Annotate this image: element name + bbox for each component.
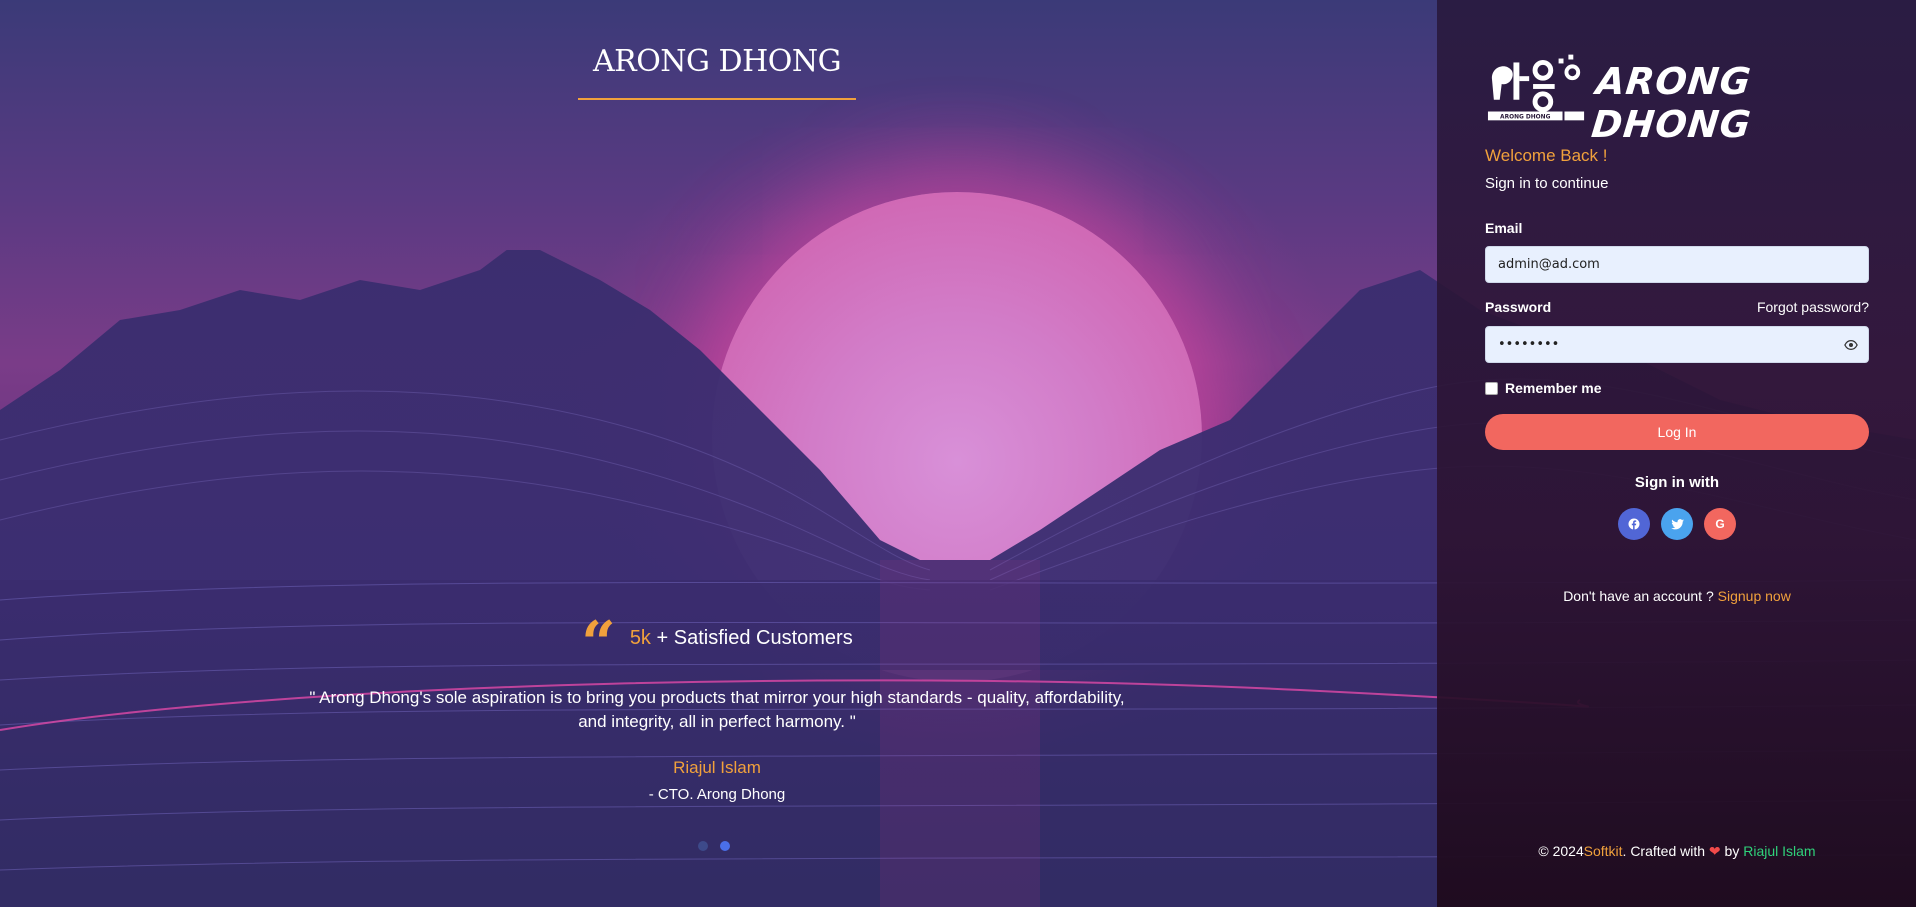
testimonial-role: - CTO. Arong Dhong — [648, 786, 786, 803]
heart-icon: ❤ — [1708, 843, 1721, 859]
carousel-indicators — [698, 841, 730, 851]
brand-title: ARONG DHONG — [592, 44, 842, 79]
google-button[interactable]: G — [1704, 508, 1736, 540]
testimonial-author: Riajul Islam — [673, 758, 761, 777]
footer-company[interactable]: Softkit — [1584, 843, 1623, 859]
testimonial-quote: " Arong Dhong's sole aspiration is to br… — [309, 688, 1125, 731]
email-field[interactable]: admin@ad.com — [1485, 246, 1869, 283]
stat-line: “ 5k + Satisfied Customers — [300, 614, 1134, 674]
logo: ARONG DHONG ARONG DHONG — [1486, 48, 1916, 146]
forgot-password-link[interactable]: Forgot password? — [1700, 299, 1869, 315]
password-field[interactable]: •••••••• — [1485, 326, 1869, 363]
email-value: admin@ad.com — [1498, 257, 1600, 272]
remember-checkbox[interactable] — [1485, 381, 1498, 395]
signup-prompt-text: Don't have an account ? — [1563, 588, 1714, 604]
twitter-icon — [1670, 518, 1684, 529]
signup-link[interactable]: Signup now — [1718, 588, 1791, 604]
testimonial-slide: “ 5k + Satisfied Customers " Arong Dhong… — [300, 614, 1134, 803]
footer-author[interactable]: Riajul Islam — [1743, 843, 1815, 859]
quote-icon: “ — [581, 609, 616, 679]
remember-label: Remember me — [1505, 380, 1602, 396]
password-value: •••••••• — [1498, 337, 1560, 352]
email-label: Email — [1485, 220, 1523, 236]
remember-me[interactable]: Remember me — [1485, 380, 1602, 396]
welcome-heading: Welcome Back ! — [1485, 146, 1608, 165]
stat-text: 5k + Satisfied Customers — [630, 627, 853, 650]
facebook-button[interactable] — [1618, 508, 1650, 540]
welcome-subtitle: Sign in to continue — [1485, 175, 1609, 192]
social-logins: G — [1618, 508, 1736, 540]
stat-label: + Satisfied Customers — [656, 626, 853, 649]
footer-copyright: © 2024 — [1538, 843, 1584, 859]
signup-prompt: Don't have an account ? Signup now — [1485, 588, 1869, 604]
brand-logo-mark-icon: ARONG DHONG — [1487, 54, 1585, 120]
stat-number: 5k — [629, 626, 651, 649]
brand-underline — [578, 98, 856, 100]
footer: © 2024 Softkit. Crafted with ❤ by Riajul… — [1485, 843, 1869, 860]
footer-by: by — [1724, 843, 1740, 859]
google-icon: G — [1715, 517, 1725, 531]
password-label: Password — [1485, 299, 1552, 315]
carousel-dot-1[interactable] — [698, 841, 708, 851]
svg-text:ARONG DHONG: ARONG DHONG — [1500, 114, 1551, 120]
facebook-icon — [1628, 518, 1640, 530]
footer-crafted: . Crafted with — [1622, 843, 1706, 859]
carousel-dot-2[interactable] — [720, 841, 730, 851]
eye-icon[interactable] — [1844, 338, 1858, 352]
login-button[interactable]: Log In — [1485, 414, 1869, 450]
twitter-button[interactable] — [1661, 508, 1693, 540]
sign-in-with-label: Sign in with — [1634, 474, 1720, 491]
logo-text: ARONG DHONG — [1589, 60, 1754, 146]
